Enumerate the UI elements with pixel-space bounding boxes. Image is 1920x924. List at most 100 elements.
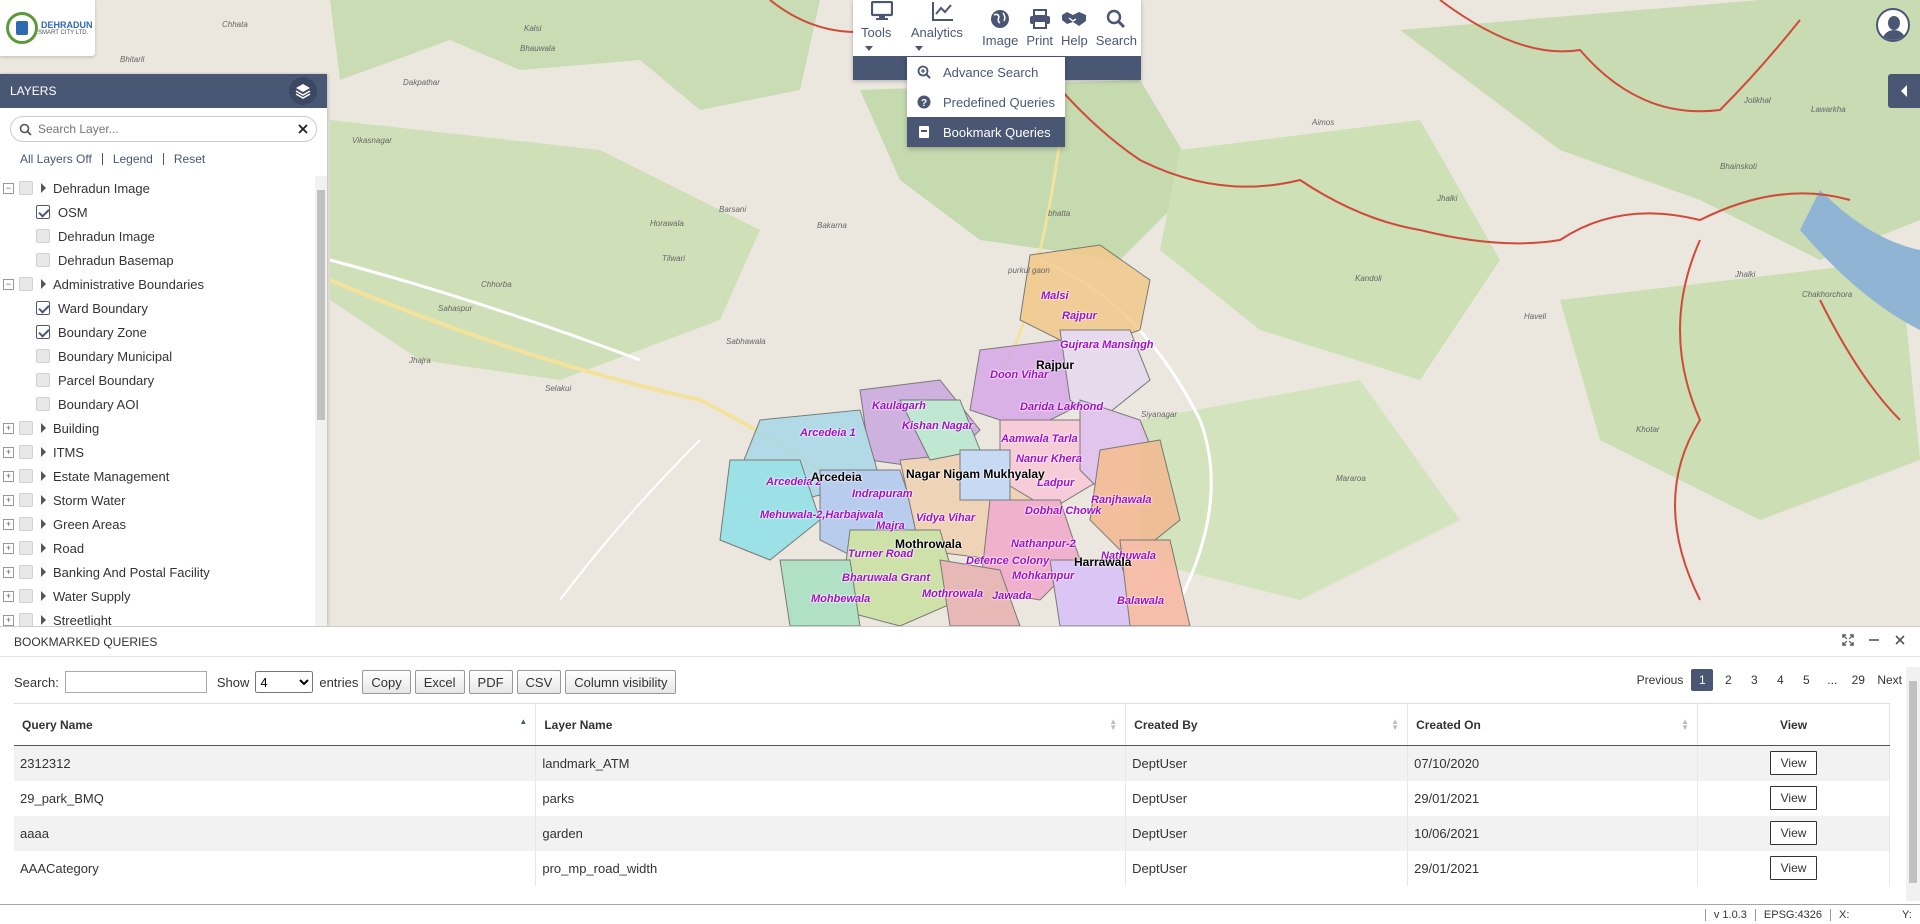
column-header-layer-name[interactable]: Layer Name ▲ ▼	[535, 703, 1127, 746]
collapse-icon[interactable]: −	[3, 182, 14, 194]
clear-search-icon[interactable]	[298, 124, 308, 134]
caret-right-icon[interactable]	[41, 543, 46, 553]
layer-checkbox[interactable]	[36, 349, 50, 363]
user-avatar-icon[interactable]	[1876, 8, 1910, 42]
layer-search-input[interactable]	[38, 122, 298, 136]
all-layers-off-link[interactable]: All Layers Off	[20, 152, 92, 166]
layer-checkbox[interactable]	[36, 205, 50, 219]
layer-group-checkbox[interactable]	[19, 589, 33, 603]
scrollbar-thumb[interactable]	[1909, 681, 1917, 883]
expand-icon[interactable]: +	[3, 494, 14, 506]
column-header-created-by[interactable]: Created By ▲ ▼	[1125, 703, 1409, 746]
layer-checkbox[interactable]	[36, 253, 50, 267]
expand-icon[interactable]: +	[3, 422, 14, 434]
layer-group-checkbox[interactable]	[19, 469, 33, 483]
legend-link[interactable]: Legend	[113, 152, 153, 166]
page-button[interactable]: 1	[1691, 669, 1714, 691]
layer-group-checkbox[interactable]	[19, 277, 33, 291]
page-button[interactable]: 3	[1743, 669, 1765, 691]
layer-row[interactable]: Boundary AOI	[0, 392, 313, 416]
expand-icon[interactable]: +	[3, 470, 14, 482]
layer-row[interactable]: Boundary Zone	[0, 320, 313, 344]
scrollbar-thumb[interactable]	[317, 190, 325, 420]
page-button[interactable]: 5	[1795, 669, 1817, 691]
bookmark-queries-menu-item[interactable]: Bookmark Queries	[907, 117, 1065, 147]
next-page-button[interactable]: Next	[1873, 669, 1906, 691]
caret-right-icon[interactable]	[41, 183, 46, 193]
collapse-icon[interactable]: −	[3, 278, 14, 290]
layer-row[interactable]: Dehradun Basemap	[0, 248, 313, 272]
layer-group-checkbox[interactable]	[19, 565, 33, 579]
minimize-icon[interactable]	[1868, 634, 1880, 649]
page-button[interactable]: 29	[1847, 669, 1869, 691]
layer-checkbox[interactable]	[36, 325, 50, 339]
layer-checkbox[interactable]	[36, 373, 50, 387]
layer-row[interactable]: Dehradun Image	[0, 224, 313, 248]
view-button[interactable]: View	[1769, 856, 1818, 880]
layer-row[interactable]: OSM	[0, 200, 313, 224]
layer-group-row[interactable]: − Dehradun Image	[0, 176, 313, 200]
view-button[interactable]: View	[1769, 821, 1818, 845]
close-icon[interactable]	[1894, 634, 1906, 649]
layer-group-checkbox[interactable]	[19, 613, 33, 626]
predefined-queries-menu-item[interactable]: ? Predefined Queries	[907, 87, 1065, 117]
caret-right-icon[interactable]	[41, 471, 46, 481]
layer-group-row[interactable]: + Storm Water	[0, 488, 313, 512]
analytics-menu-button[interactable]: Analytics	[907, 0, 978, 56]
entries-select[interactable]: 4	[255, 671, 314, 693]
layer-group-row[interactable]: + Estate Management	[0, 464, 313, 488]
excel-button[interactable]: Excel	[414, 670, 465, 694]
layer-checkbox[interactable]	[36, 229, 50, 243]
layer-group-row[interactable]: + Streetlight	[0, 608, 313, 626]
layer-group-checkbox[interactable]	[19, 517, 33, 531]
layer-group-checkbox[interactable]	[19, 445, 33, 459]
layer-group-checkbox[interactable]	[19, 181, 33, 195]
caret-right-icon[interactable]	[41, 447, 46, 457]
reset-link[interactable]: Reset	[174, 152, 205, 166]
print-button[interactable]: Print	[1022, 0, 1057, 56]
caret-right-icon[interactable]	[41, 615, 46, 625]
search-button[interactable]: Search	[1092, 0, 1141, 56]
layer-row[interactable]: Parcel Boundary	[0, 368, 313, 392]
layer-group-row[interactable]: + Water Supply	[0, 584, 313, 608]
caret-right-icon[interactable]	[41, 423, 46, 433]
layer-group-checkbox[interactable]	[19, 493, 33, 507]
expand-icon[interactable]: +	[3, 518, 14, 530]
caret-right-icon[interactable]	[41, 567, 46, 577]
column-header-query-name[interactable]: Query Name ▲	[14, 703, 537, 746]
copy-button[interactable]: Copy	[362, 670, 411, 694]
pdf-button[interactable]: PDF	[468, 670, 513, 694]
previous-page-button[interactable]: Previous	[1633, 669, 1688, 691]
layer-group-row[interactable]: + ITMS	[0, 440, 313, 464]
view-button[interactable]: View	[1769, 786, 1818, 810]
layer-row[interactable]: Boundary Municipal	[0, 344, 313, 368]
layer-group-row[interactable]: + Green Areas	[0, 512, 313, 536]
csv-button[interactable]: CSV	[516, 670, 562, 694]
column-header-created-on[interactable]: Created On ▲ ▼	[1407, 703, 1699, 746]
view-button[interactable]: View	[1769, 751, 1818, 776]
expand-icon[interactable]: +	[3, 566, 14, 578]
expand-icon[interactable]: +	[3, 590, 14, 602]
caret-right-icon[interactable]	[41, 495, 46, 505]
layer-group-row[interactable]: + Banking And Postal Facility	[0, 560, 313, 584]
expand-icon[interactable]: +	[3, 446, 14, 458]
image-button[interactable]: Image	[978, 0, 1022, 56]
page-button[interactable]: 4	[1769, 669, 1791, 691]
layer-group-checkbox[interactable]	[19, 421, 33, 435]
layer-group-row[interactable]: + Road	[0, 536, 313, 560]
expand-icon[interactable]: +	[3, 542, 14, 554]
page-button[interactable]: 2	[1717, 669, 1739, 691]
layer-checkbox[interactable]	[36, 301, 50, 315]
layer-group-row[interactable]: − Administrative Boundaries	[0, 272, 313, 296]
caret-right-icon[interactable]	[41, 279, 46, 289]
layer-row[interactable]: Ward Boundary	[0, 296, 313, 320]
expand-icon[interactable]	[1842, 634, 1854, 649]
advance-search-menu-item[interactable]: Advance Search	[907, 57, 1065, 87]
layer-checkbox[interactable]	[36, 397, 50, 411]
help-button[interactable]: Help	[1057, 0, 1092, 56]
column-visibility-button[interactable]: Column visibility	[565, 670, 677, 694]
table-search-input[interactable]	[64, 671, 207, 693]
caret-right-icon[interactable]	[41, 519, 46, 529]
layer-tree-scrollbar[interactable]	[315, 176, 327, 626]
panel-scrollbar[interactable]	[1906, 667, 1920, 901]
